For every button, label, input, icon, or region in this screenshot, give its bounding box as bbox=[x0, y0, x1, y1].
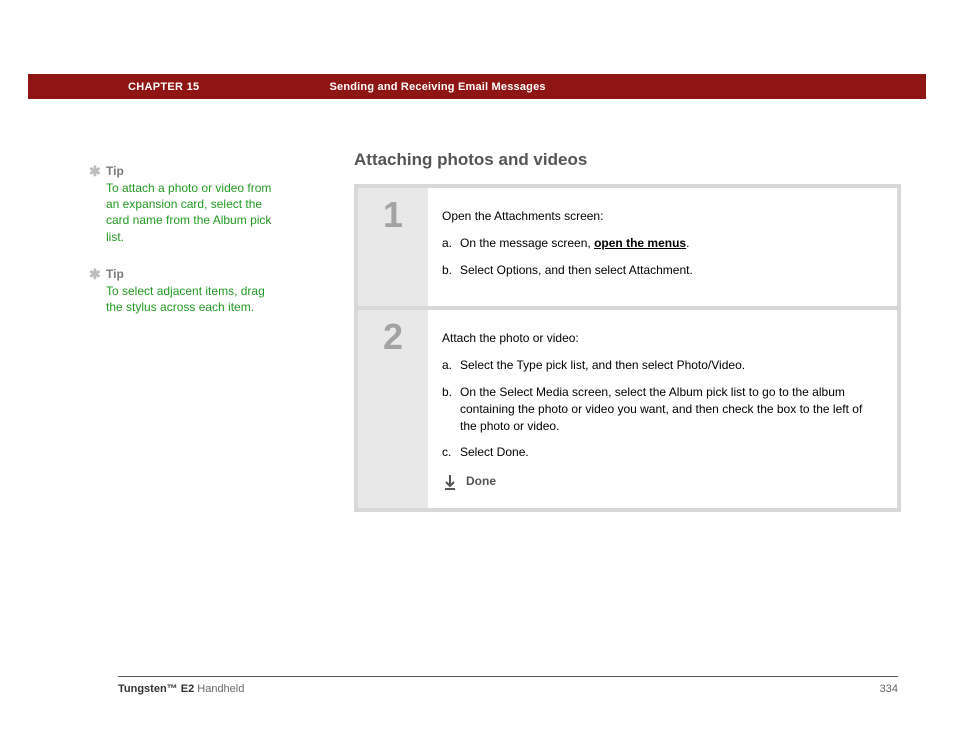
down-arrow-icon bbox=[442, 474, 458, 490]
item-marker: a. bbox=[442, 357, 452, 374]
item-marker: b. bbox=[442, 262, 452, 279]
section-title: Attaching photos and videos bbox=[354, 150, 901, 170]
tip-body: To attach a photo or video from an expan… bbox=[106, 180, 281, 245]
item-marker: c. bbox=[442, 444, 451, 461]
asterisk-icon: ✱ bbox=[89, 266, 101, 283]
step-intro: Open the Attachments screen: bbox=[442, 208, 879, 225]
item-marker: a. bbox=[442, 235, 452, 252]
tip-header: ✱ Tip bbox=[106, 267, 281, 281]
tip-label: Tip bbox=[106, 164, 124, 178]
open-menus-link[interactable]: open the menus bbox=[594, 236, 686, 250]
item-text-pre: On the Select Media screen, select the A… bbox=[460, 385, 862, 433]
step-intro: Attach the photo or video: bbox=[442, 330, 879, 347]
asterisk-icon: ✱ bbox=[89, 163, 101, 180]
step-number: 1 bbox=[358, 188, 428, 306]
sub-item: a. Select the Type pick list, and then s… bbox=[442, 357, 879, 374]
step-content: Open the Attachments screen: a. On the m… bbox=[428, 188, 897, 306]
tip-body: To select adjacent items, drag the stylu… bbox=[106, 283, 281, 315]
item-marker: b. bbox=[442, 384, 452, 401]
chapter-title: Sending and Receiving Email Messages bbox=[329, 81, 545, 93]
sidebar: ✱ Tip To attach a photo or video from an… bbox=[106, 164, 281, 337]
done-label: Done bbox=[466, 473, 496, 490]
sub-item: a. On the message screen, open the menus… bbox=[442, 235, 879, 252]
main-content: Attaching photos and videos 1 Open the A… bbox=[354, 150, 901, 512]
item-text-pre: Select Options, and then select Attachme… bbox=[460, 263, 693, 277]
item-text-post: . bbox=[686, 236, 689, 250]
header-bar: CHAPTER 15 Sending and Receiving Email M… bbox=[28, 74, 926, 99]
sub-list: a. Select the Type pick list, and then s… bbox=[442, 357, 879, 461]
tip-header: ✱ Tip bbox=[106, 164, 281, 178]
sub-item: b. On the Select Media screen, select th… bbox=[442, 384, 879, 434]
tip-label: Tip bbox=[106, 267, 124, 281]
tip-block: ✱ Tip To select adjacent items, drag the… bbox=[106, 267, 281, 315]
product-strong: Tungsten™ E2 bbox=[118, 683, 194, 695]
sub-list: a. On the message screen, open the menus… bbox=[442, 235, 879, 279]
tip-block: ✱ Tip To attach a photo or video from an… bbox=[106, 164, 281, 245]
sub-item: c. Select Done. bbox=[442, 444, 879, 461]
page-number: 334 bbox=[880, 683, 898, 695]
done-row: Done bbox=[442, 473, 879, 490]
step-number: 2 bbox=[358, 310, 428, 508]
steps-container: 1 Open the Attachments screen: a. On the… bbox=[354, 184, 901, 512]
item-text-pre: Select Done. bbox=[460, 445, 529, 459]
footer: Tungsten™ E2 Handheld 334 bbox=[118, 676, 898, 695]
product-rest: Handheld bbox=[194, 683, 244, 695]
sub-item: b. Select Options, and then select Attac… bbox=[442, 262, 879, 279]
chapter-label: CHAPTER 15 bbox=[128, 81, 199, 93]
product-name: Tungsten™ E2 Handheld bbox=[118, 683, 244, 695]
item-text-pre: On the message screen, bbox=[460, 236, 594, 250]
step-box: 2 Attach the photo or video: a. Select t… bbox=[358, 310, 897, 508]
step-content: Attach the photo or video: a. Select the… bbox=[428, 310, 897, 508]
item-text-pre: Select the Type pick list, and then sele… bbox=[460, 358, 745, 372]
step-box: 1 Open the Attachments screen: a. On the… bbox=[358, 188, 897, 306]
